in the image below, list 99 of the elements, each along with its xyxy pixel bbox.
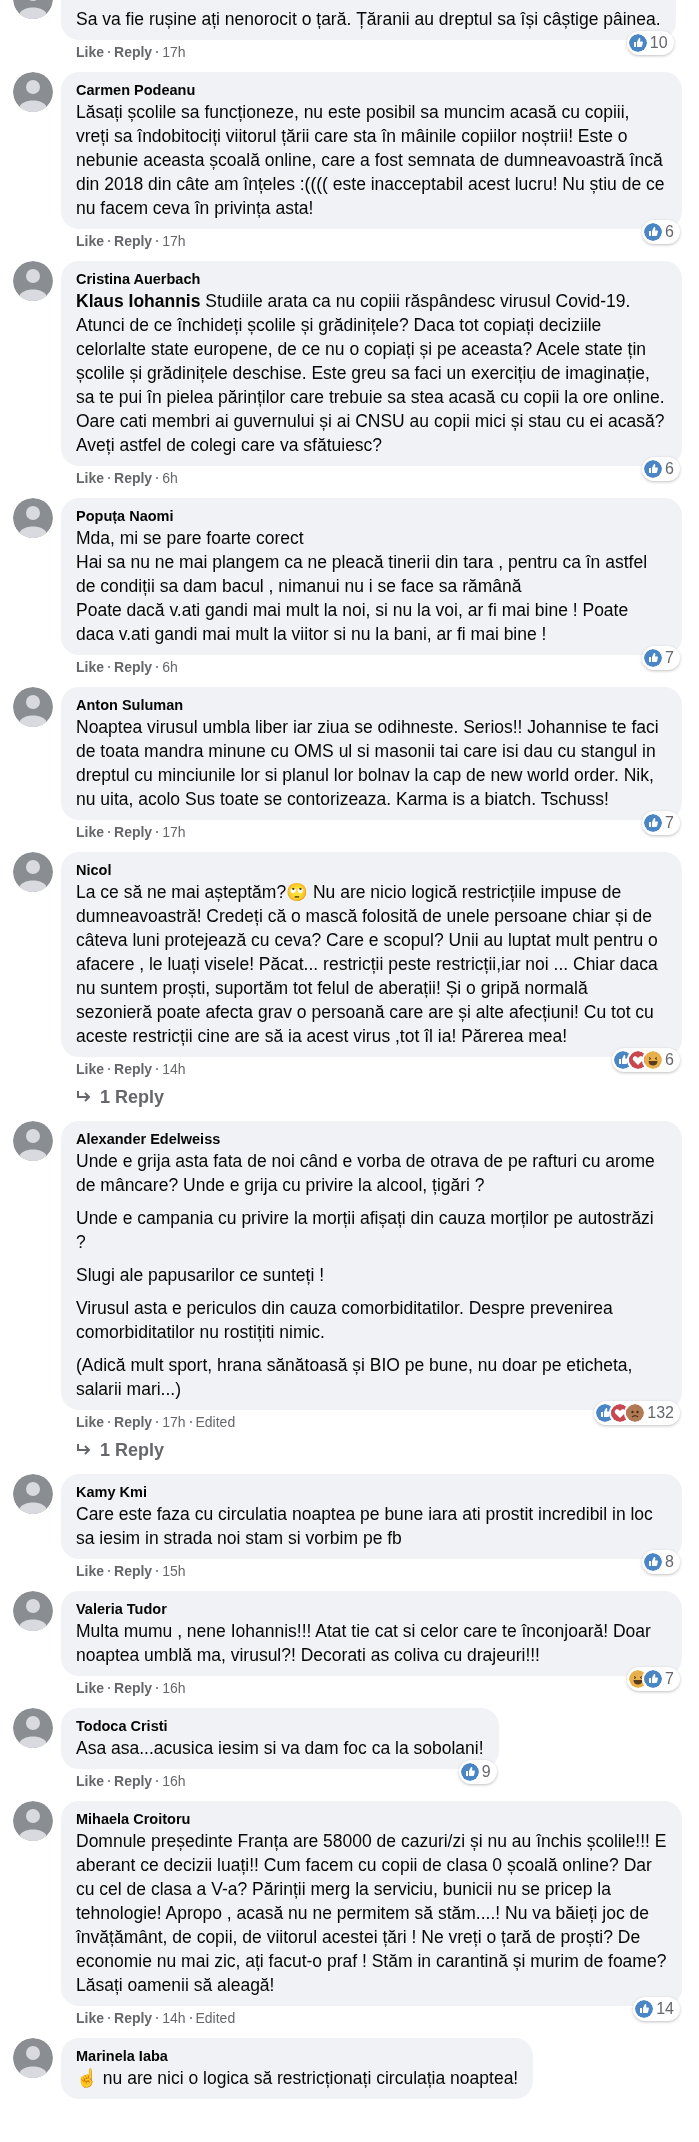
- reaction-badge[interactable]: 14: [633, 1997, 680, 2021]
- reaction-badge[interactable]: 7: [642, 646, 680, 670]
- reply-link[interactable]: Reply: [114, 821, 153, 843]
- avatar[interactable]: [13, 1591, 53, 1631]
- timestamp[interactable]: 17h: [162, 821, 186, 843]
- reaction-badge[interactable]: 132: [594, 1401, 680, 1425]
- comment-text: Klaus Iohannis Studiile arata ca nu copiii răspândesc virusul Covid-19. Atunci de ce închideți școlile și grădinițele? Daca tot copiați deciziile celorlalte state europene, de ce nu o copiați și pe aceasta? Acele state țin școlile și grădinițele deschise. Este greu sa faci un exercițiu de imaginație, sa te pui în pielea părinților care trebuie sa stea acasă cu copii la ore online. Oare cati membri ai guvernului și ai CNSU au copii mici și stau cu ei acasă? Aveți astfel de colegi care va sfătuiesc?: [76, 290, 666, 457]
- timestamp[interactable]: 16h: [162, 1770, 186, 1792]
- avatar[interactable]: [13, 1121, 53, 1161]
- avatar[interactable]: [13, 498, 53, 538]
- reaction-badge[interactable]: 6: [642, 457, 680, 481]
- reply-link[interactable]: Reply: [114, 230, 153, 252]
- comment-text: Sa va fie rușine ați nenorocit o țară. Țăranii au dreptul sa își câștige pâinea.: [76, 8, 661, 31]
- like-link[interactable]: Like: [76, 230, 104, 252]
- reaction-count: 7: [665, 1669, 674, 1689]
- reaction-count: 10: [649, 33, 668, 53]
- timestamp[interactable]: 6h: [162, 467, 178, 489]
- comment-text: La ce să ne mai așteptăm?🙄 Nu are nicio logică restricțiile impuse de dumneavoastră! Credeți că o mască folosită de unele persoane chiar și de câteva luni protejează cu ceva? Care e scopul? Unii au luptat mult pentru o afacere , le luați visele! Păcat... restricții peste restricții,iar noi ... Chiar daca nu suntem proști, suportăm tot felul de aberații! Și o gripă normală sezonieră poate afecta grav o persoană care are și alte afecțiuni! Cu tot cu aceste restricții cine are să ia acest virus ,tot îl ia! Părerea mea!: [76, 881, 659, 1048]
- avatar[interactable]: [13, 261, 53, 301]
- reply-link[interactable]: Reply: [114, 1411, 153, 1433]
- reaction-badge[interactable]: 6: [642, 220, 680, 244]
- author-name[interactable]: Cristina Auerbach: [76, 269, 667, 289]
- reaction-count: 6: [665, 1050, 674, 1070]
- like-link[interactable]: Like: [76, 1677, 104, 1699]
- reply-link[interactable]: Reply: [114, 656, 153, 678]
- timestamp[interactable]: 16h: [162, 1677, 186, 1699]
- author-name[interactable]: Nicol: [76, 860, 667, 880]
- like-link[interactable]: Like: [76, 821, 104, 843]
- reaction-count: 7: [665, 813, 674, 833]
- edited-label: Edited: [195, 2008, 236, 2028]
- reaction-badge[interactable]: 7: [642, 811, 680, 835]
- reply-link[interactable]: Reply: [114, 1770, 153, 1792]
- view-replies-link[interactable]: 1 Reply: [61, 1081, 165, 1113]
- like-link[interactable]: Like: [76, 1058, 104, 1080]
- reaction-badge[interactable]: 6: [612, 1048, 680, 1072]
- like-link[interactable]: Like: [76, 1560, 104, 1582]
- like-link[interactable]: Like: [76, 467, 104, 489]
- author-name[interactable]: Marinela Iaba: [76, 2046, 519, 2066]
- reply-link[interactable]: Reply: [114, 467, 153, 489]
- reaction-count: 8: [665, 1552, 674, 1572]
- author-name[interactable]: Valeria Tudor: [76, 1599, 667, 1619]
- reaction-badge[interactable]: 7: [627, 1667, 680, 1691]
- avatar[interactable]: [13, 687, 53, 727]
- author-name[interactable]: Anton Suluman: [76, 695, 667, 715]
- reaction-badge[interactable]: 10: [626, 31, 674, 55]
- comment-text: (Adică mult sport, hrana sănătoasă și BIO pe bune, nu doar pe eticheta, salarii mari...): [76, 1354, 634, 1401]
- avatar[interactable]: [13, 2038, 53, 2078]
- reaction-count: 9: [481, 1762, 491, 1782]
- reaction-count: 6: [665, 459, 674, 479]
- like-link[interactable]: Like: [76, 656, 104, 678]
- like-link[interactable]: Like: [76, 1411, 104, 1433]
- comment-text: Multa mumu , nene Iohannis!!! Atat tie cat si celor care te înconjoară! Doar noaptea umblă ma, virusul?! Decorati as coliva cu drajeuri!!!: [76, 1620, 652, 1667]
- author-name[interactable]: Popuța Naomi: [76, 506, 667, 526]
- reaction-count: 7: [665, 648, 674, 668]
- reaction-count: 14: [656, 1999, 674, 2019]
- reply-link[interactable]: Reply: [114, 1677, 153, 1699]
- comment-text: Slugi ale papusarilor ce sunteți !: [76, 1264, 326, 1287]
- avatar[interactable]: [13, 1801, 53, 1841]
- comment-text: Unde e campania cu privire la morții afișați din cauza morților pe autostrăzi ?: [76, 1207, 655, 1254]
- reply-link[interactable]: Reply: [114, 1560, 153, 1582]
- timestamp[interactable]: 17h: [162, 1411, 186, 1433]
- author-name[interactable]: Alexander Edelweiss: [76, 1129, 667, 1149]
- reply-arrow-icon: [76, 1443, 92, 1457]
- view-replies-link[interactable]: 1 Reply: [61, 1434, 165, 1466]
- reply-link[interactable]: Reply: [114, 41, 153, 63]
- comment-text: Asa asa...acusica iesim si va dam foc ca la sobolani!: [76, 1737, 484, 1760]
- comment-text: ☝ nu are nici o logica să restricționați circulația noaptea!: [76, 2067, 519, 2090]
- reaction-count: 6: [665, 222, 674, 242]
- author-name[interactable]: Carmen Podeanu: [76, 80, 667, 100]
- comment-text: Unde e grija asta fata de noi când e vorba de otrava de pe rafturi cu arome de mâncare? Unde e grija cu privire la alcool, țigări ?: [76, 1150, 656, 1197]
- comment-text: Noaptea virusul umbla liber iar ziua se odihneste. Serios!! Johannise te faci de toata mandra minune cu OMS ul si masonii tai care isi dau cu stangul in dreptul cu minciunile lor si planul lor bolnav la cap de new world order. Nik, nu uita, acolo Sus toate se contorizeaza. Karma is a biatch. Tschuss!: [76, 716, 660, 811]
- comment-text: Care este faza cu circulatia noaptea pe bune iara ati prostit incredibil in loc sa iesim in strada noi stam si vorbim pe fb: [76, 1503, 654, 1550]
- comment-text: Domnule președinte Franța are 58000 de cazuri/zi și nu au închis școlile!!! E aberant ce decizii luați!! Cum facem cu copii de clasa 0 școală online? Dar cu cel de clasa a V-a? Părinții merg la serviciu, bunicii nu se pricep la tehnologie! Apropo , acasă nu ne permitem să stăm....! Nu va băieți joc de învățământ, de copii, de viitorul acestei țări ! Ne vreți o țară de proști? De economie nu mai zic, ați facut-o praf ! Stăm in carantină și murim de foame? Lăsați oamenii să aleagă!: [76, 1830, 667, 1997]
- author-name[interactable]: Kamy Kmi: [76, 1482, 667, 1502]
- author-name[interactable]: Mihaela Croitoru: [76, 1809, 667, 1829]
- timestamp[interactable]: 17h: [162, 41, 186, 63]
- avatar[interactable]: [13, 1708, 53, 1748]
- timestamp[interactable]: 15h: [162, 1560, 186, 1582]
- comment-text: Mda, mi se pare foarte corect Hai sa nu ne mai plangem ca ne pleacă tinerii din tara , pentru ca în astfel de condiții sa dam bacul , nimanui nu i se face sa rămână Poate dacă v.ati gandi mai mult la noi, si nu la voi, ar fi mai bine ! Poate daca v.ati gandi mai mult la viitor si nu la bani, ar fi mai bine !: [76, 527, 649, 646]
- reply-arrow-icon: [76, 1090, 92, 1104]
- author-name[interactable]: Todoca Cristi: [76, 1716, 484, 1736]
- avatar[interactable]: [13, 72, 53, 112]
- reaction-badge[interactable]: 8: [642, 1550, 680, 1574]
- avatar[interactable]: [13, 852, 53, 892]
- like-link[interactable]: Like: [76, 2007, 104, 2029]
- like-link[interactable]: Like: [76, 41, 104, 63]
- timestamp[interactable]: 14h: [162, 1058, 186, 1080]
- like-link[interactable]: Like: [76, 1770, 104, 1792]
- timestamp[interactable]: 14h: [162, 2007, 186, 2029]
- avatar[interactable]: [13, 1474, 53, 1514]
- reply-link[interactable]: Reply: [114, 2007, 153, 2029]
- comment-text: Virusul asta e periculos din cauza comorbiditatilor. Despre prevenirea comorbiditatilor nu rostițiti nimic.: [76, 1297, 614, 1344]
- comment-text: Lăsați școlile sa funcționeze, nu este posibil sa muncim acasă cu copiii, vreți sa îndobitociți viitorul țării care sta în mâinile copiilor noștrii! Este o nebunie aceasta școală online, care a fost semnata de dumneavoastră încă din 2018 din câte am înțeles :(((( este inacceptabil acest lucru! Nu știu de ce nu facem ceva în privința asta!: [76, 101, 666, 220]
- reply-link[interactable]: Reply: [114, 1058, 153, 1080]
- reaction-badge[interactable]: 9: [458, 1760, 497, 1784]
- timestamp[interactable]: 6h: [162, 656, 178, 678]
- edited-label: Edited: [195, 1412, 236, 1432]
- reaction-count: 132: [647, 1403, 674, 1423]
- timestamp[interactable]: 17h: [162, 230, 186, 252]
